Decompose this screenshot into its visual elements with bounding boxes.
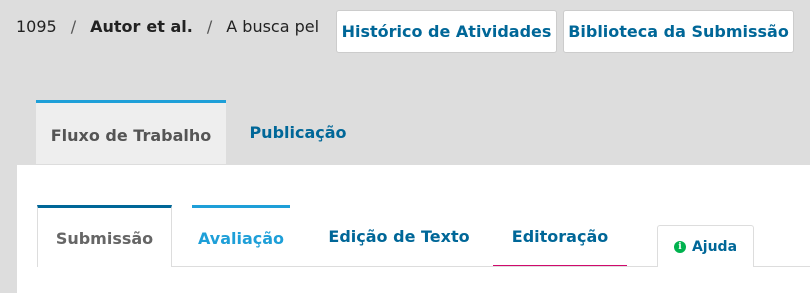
activity-history-button[interactable]: Histórico de Atividades: [336, 10, 557, 53]
submission-title: A busca pel: [226, 17, 320, 36]
tab-publication[interactable]: Publicação: [230, 100, 366, 165]
breadcrumb-separator: /: [206, 17, 213, 36]
breadcrumb: 1095 / Autor et al. / A busca pel: [16, 17, 319, 36]
submission-id: 1095: [16, 17, 57, 36]
submission-author-suffix: et al.: [146, 17, 193, 36]
help-button[interactable]: i Ajuda: [657, 225, 754, 267]
tab-production[interactable]: Editoração: [493, 205, 627, 267]
workflow-panel: Submissão Avaliação Edição de Texto Edit…: [16, 164, 810, 293]
submission-library-button[interactable]: Biblioteca da Submissão: [563, 10, 794, 53]
main-tabs: Fluxo de Trabalho Publicação: [0, 100, 810, 165]
tab-copyediting[interactable]: Edição de Texto: [317, 205, 481, 267]
breadcrumb-separator: /: [70, 17, 77, 36]
tab-submission[interactable]: Submissão: [37, 205, 172, 267]
help-label: Ajuda: [691, 238, 738, 255]
info-icon: i: [673, 240, 686, 253]
page-header: 1095 / Autor et al. / A busca pel Histór…: [0, 0, 810, 64]
tab-workflow[interactable]: Fluxo de Trabalho: [36, 100, 226, 165]
submission-author: Autor: [90, 17, 141, 36]
tab-review[interactable]: Avaliação: [192, 205, 290, 267]
